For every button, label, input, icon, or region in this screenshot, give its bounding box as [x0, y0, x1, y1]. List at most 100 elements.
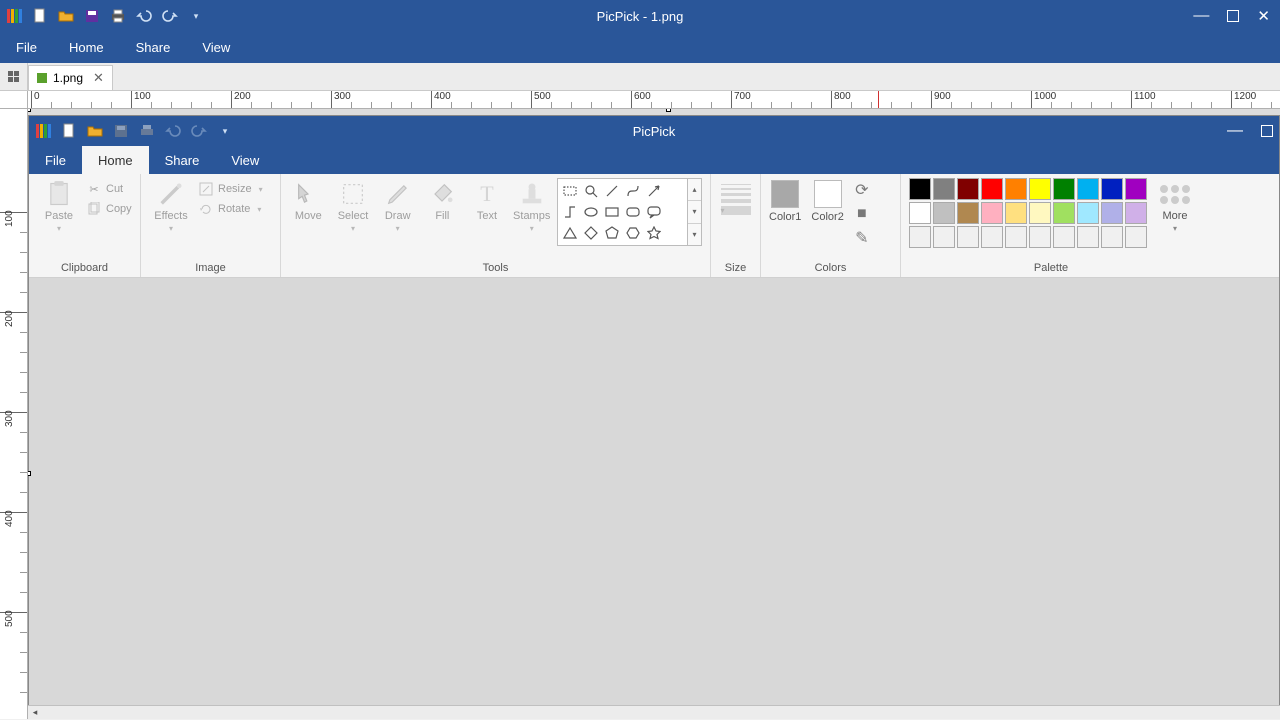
inner-app-window: ▾ PicPick — File Home Share View: [28, 115, 1280, 709]
move-tool-button: Move: [289, 178, 328, 222]
palette-swatch: [1005, 226, 1027, 248]
palette-swatch: [1077, 178, 1099, 200]
bucket-icon: [428, 180, 456, 208]
palette-swatch: [1101, 178, 1123, 200]
selection-handle-n[interactable]: [666, 109, 671, 112]
palette-swatch: [1029, 202, 1051, 224]
close-button[interactable]: ✕: [1257, 7, 1270, 25]
print-icon[interactable]: [110, 8, 126, 24]
inner-qat-customize-icon: ▾: [217, 123, 233, 139]
group-palette-label: Palette: [909, 260, 1193, 277]
ruler-corner: [0, 91, 28, 109]
select-icon: [339, 180, 367, 208]
undo-icon[interactable]: [136, 8, 152, 24]
palette-swatch: [933, 202, 955, 224]
new-file-icon[interactable]: [32, 8, 48, 24]
palette-swatch: [1029, 178, 1051, 200]
maximize-button[interactable]: [1227, 10, 1239, 22]
shape-connector-icon: [561, 203, 579, 221]
horizontal-ruler[interactable]: 0100200300400500600700800900100011001200: [28, 91, 1280, 109]
selection-handle-w[interactable]: [28, 471, 31, 476]
group-image-label: Image: [149, 260, 272, 277]
swap-colors-icon: ⟳: [854, 182, 870, 198]
window-title: PicPick - 1.png: [597, 9, 684, 24]
palette-swatch: [933, 178, 955, 200]
palette-swatch: [1125, 178, 1147, 200]
document-tab[interactable]: 1.png ✕: [28, 65, 113, 90]
menu-home[interactable]: Home: [53, 32, 120, 63]
inner-window-title: PicPick: [633, 124, 676, 139]
minimize-button[interactable]: —: [1193, 7, 1209, 25]
inner-menubar: File Home Share View: [29, 146, 1279, 174]
selection-handle-nw[interactable]: [28, 109, 31, 112]
shape-roundrect-icon: [624, 203, 642, 221]
palette-swatch: [1077, 226, 1099, 248]
shapes-gallery-scroll: ▴▾▾: [688, 178, 702, 246]
text-icon: T: [473, 180, 501, 208]
fill-tool-button: Fill: [423, 178, 462, 222]
inner-canvas-area: [29, 278, 1279, 708]
save-icon[interactable]: [84, 8, 100, 24]
app-logo-icon: [6, 8, 22, 24]
inner-redo-icon: [191, 123, 207, 139]
menu-share[interactable]: Share: [120, 32, 187, 63]
palette-swatch: [957, 202, 979, 224]
scroll-left-icon[interactable]: ◂: [28, 707, 42, 718]
vertical-ruler[interactable]: 100200300400500: [0, 109, 28, 719]
move-icon: [294, 180, 322, 208]
close-tab-icon[interactable]: ✕: [93, 70, 104, 86]
palette-swatch: [933, 226, 955, 248]
document-tab-label: 1.png: [53, 71, 83, 85]
rotate-icon: [199, 202, 213, 216]
menu-view[interactable]: View: [186, 32, 246, 63]
filetype-swatch-icon: [37, 73, 47, 83]
shape-pentagon-icon: [603, 224, 621, 242]
palette-swatch: [909, 202, 931, 224]
group-size-label: Size: [719, 260, 752, 277]
palette-swatch: [1125, 226, 1147, 248]
palette-swatch: [957, 226, 979, 248]
inner-ribbon: Paste▾ ✂Cut Copy Clipboard: [29, 174, 1279, 278]
wand-icon: [157, 180, 185, 208]
stamps-tool-button: Stamps▾: [512, 178, 551, 233]
redo-icon[interactable]: [162, 8, 178, 24]
menu-file[interactable]: File: [0, 32, 53, 63]
palette-swatch: [909, 226, 931, 248]
inner-new-file-icon: [61, 123, 77, 139]
color-palette: [909, 178, 1147, 248]
shape-rect-icon: [603, 203, 621, 221]
inner-maximize-button: [1261, 125, 1273, 137]
color2-well: [814, 180, 842, 208]
text-tool-button: TText: [468, 178, 507, 222]
color2-button: Color2: [811, 180, 843, 223]
copy-icon: [87, 202, 101, 216]
palette-swatch: [1005, 178, 1027, 200]
inner-titlebar: ▾ PicPick —: [29, 116, 1279, 146]
color1-well: [771, 180, 799, 208]
shape-rect-select-icon: [561, 182, 579, 200]
inner-open-file-icon: [87, 123, 103, 139]
qat-customize-icon[interactable]: ▾: [188, 8, 204, 24]
more-colors-button: More▾: [1157, 178, 1193, 233]
horizontal-scrollbar[interactable]: ◂: [28, 705, 1280, 719]
eyedropper-icon: ✎: [854, 230, 870, 246]
palette-swatch: [981, 226, 1003, 248]
palette-swatch: [1053, 178, 1075, 200]
shape-line-icon: [603, 182, 621, 200]
inner-save-icon: [113, 123, 129, 139]
copy-button: Copy: [87, 202, 132, 216]
open-file-icon[interactable]: [58, 8, 74, 24]
inner-menu-share: Share: [149, 146, 216, 174]
shape-callout-icon: [645, 203, 663, 221]
inner-menu-file: File: [29, 146, 82, 174]
document-tabstrip: 1.png ✕: [0, 63, 1280, 91]
palette-swatch: [1053, 226, 1075, 248]
resize-icon: [199, 182, 213, 196]
select-tool-button: Select▾: [334, 178, 373, 233]
palette-swatch: [981, 202, 1003, 224]
canvas-viewport[interactable]: ▾ PicPick — File Home Share View: [28, 109, 1280, 719]
shape-triangle-icon: [561, 224, 579, 242]
shape-ellipse-icon: [582, 203, 600, 221]
tab-thumbnails-button[interactable]: [0, 63, 28, 90]
reset-colors-icon: ■: [854, 206, 870, 222]
